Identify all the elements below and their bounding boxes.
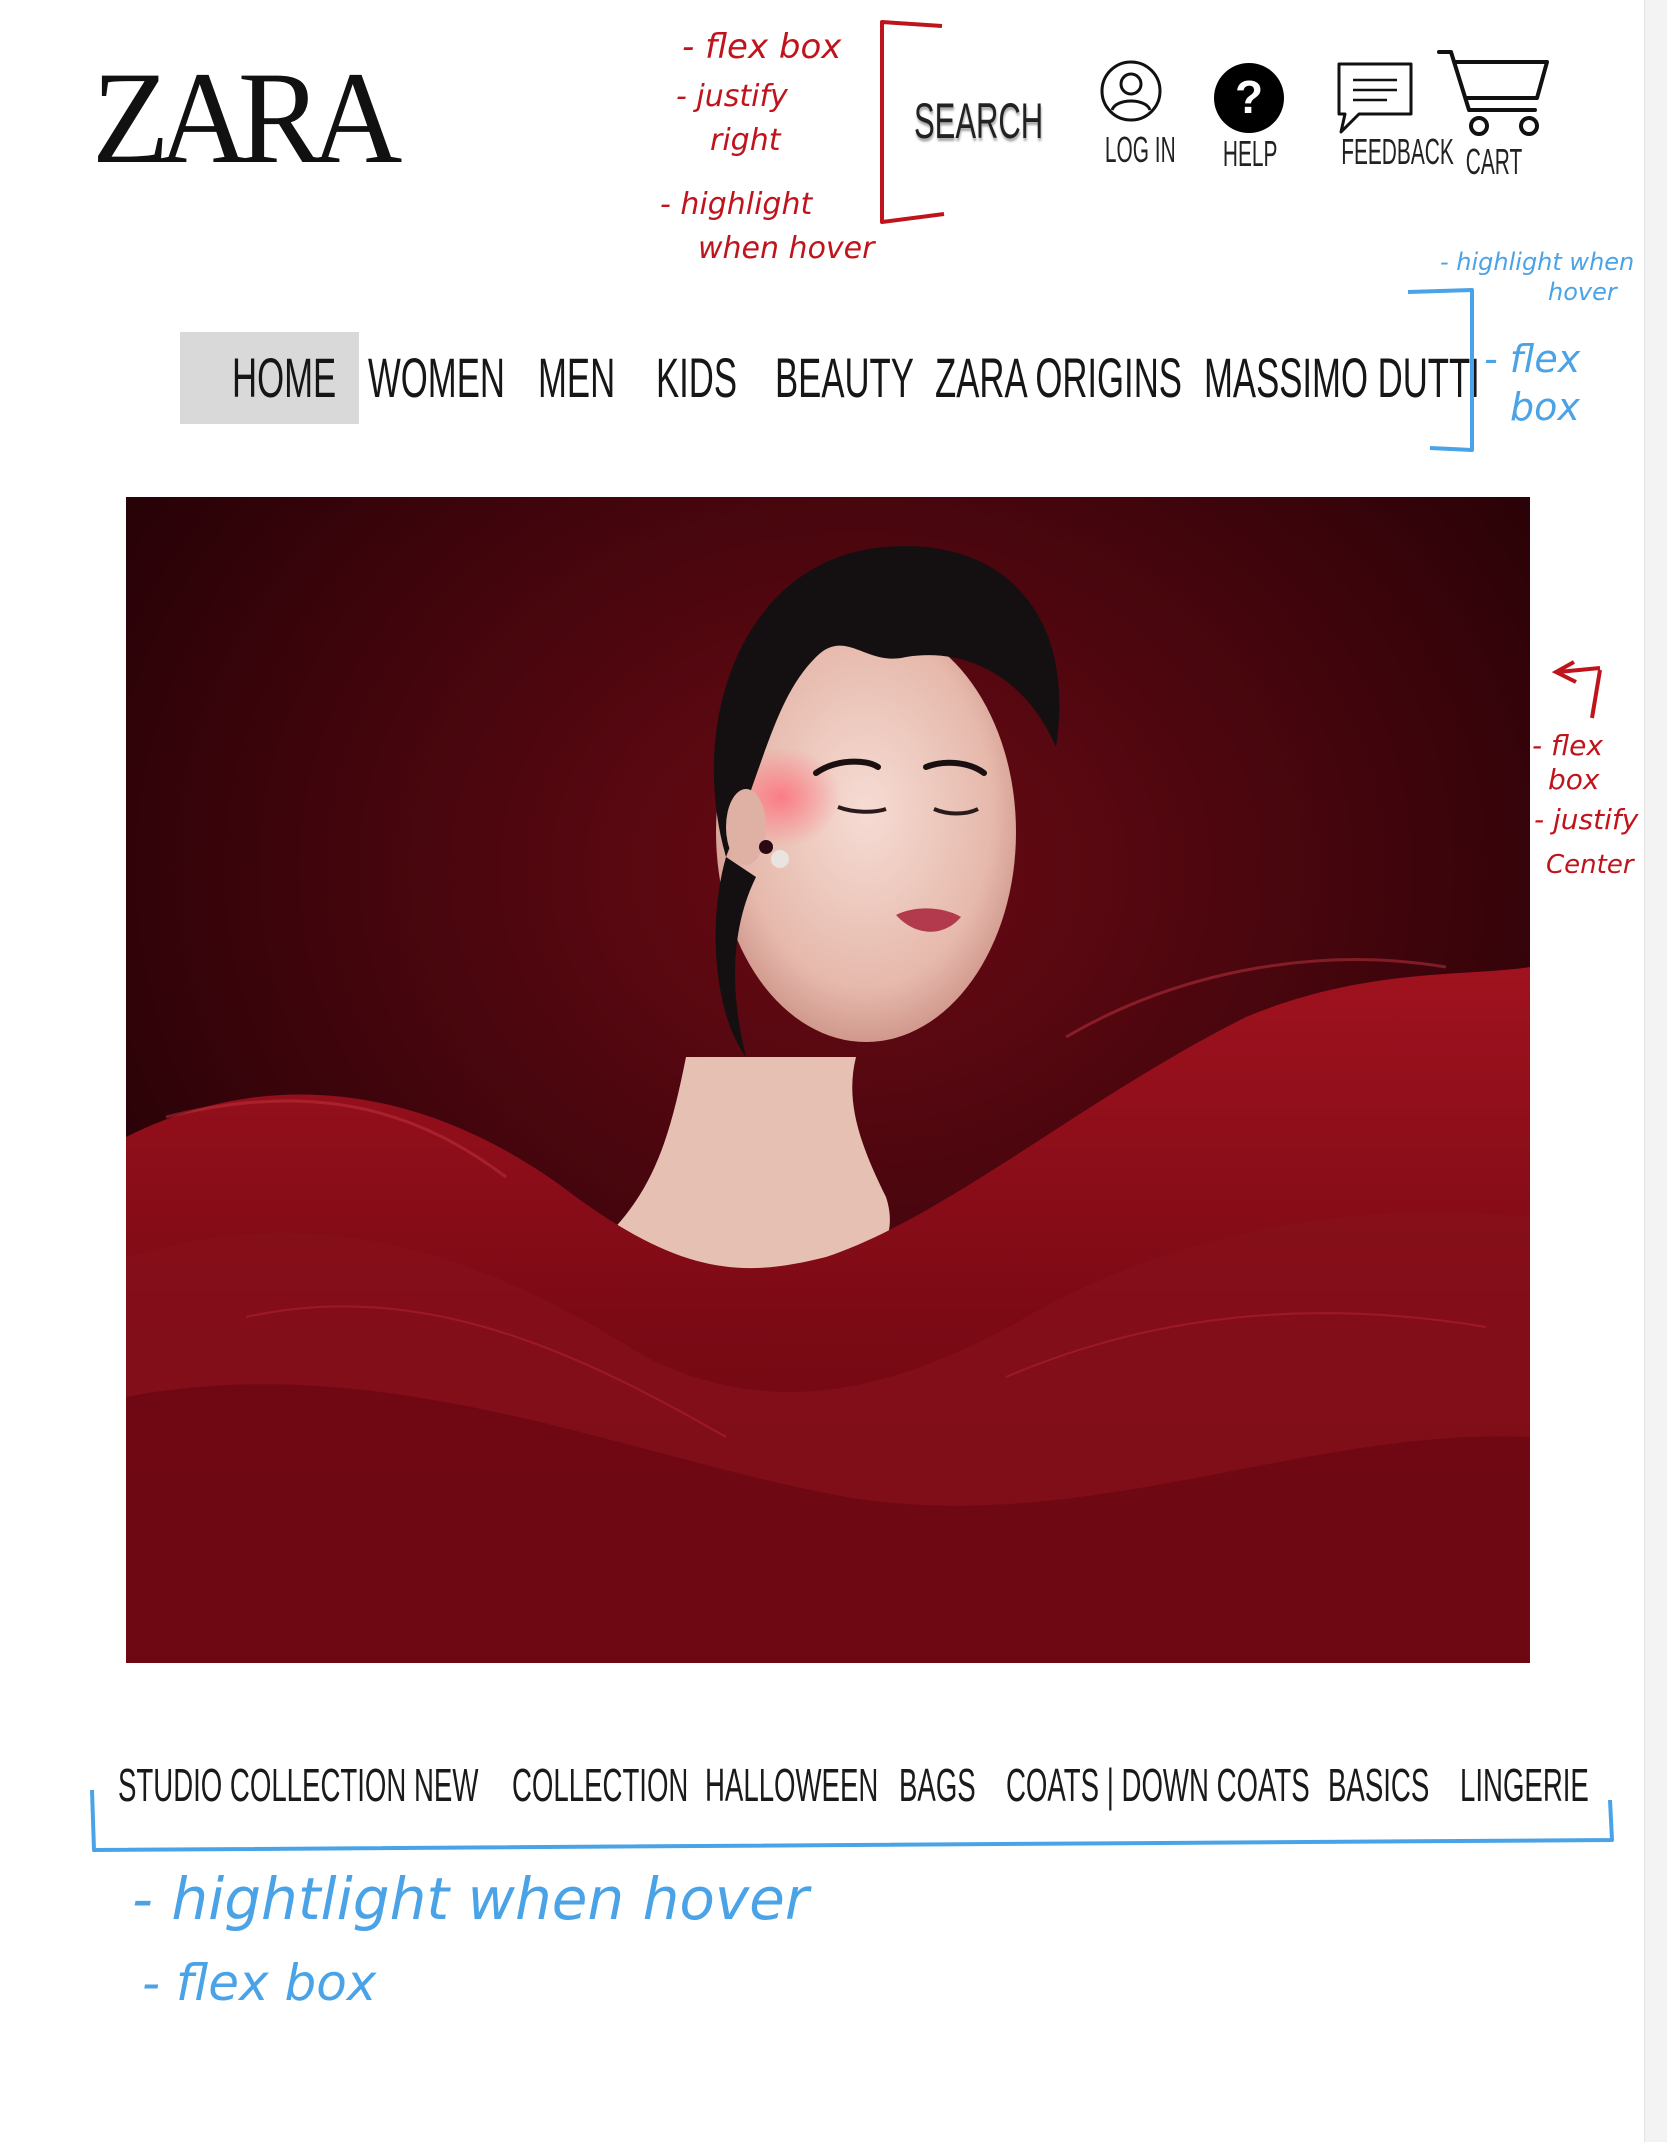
nav-item-massimo-dutti[interactable]: MASSIMO DUTTI — [1204, 350, 1480, 406]
cart-label: CART — [1465, 141, 1523, 182]
feedback-button[interactable]: FEEDBACK — [1316, 60, 1454, 172]
help-button[interactable]: ? HELP — [1204, 62, 1294, 172]
nav-item-beauty[interactable]: BEAUTY — [775, 350, 914, 406]
category-navigation: STUDIO COLLECTION NEW COLLECTION HALLOWE… — [118, 1762, 1618, 1822]
main-navigation: HOME WOMEN MEN KIDS BEAUTY ZARA ORIGINS … — [180, 332, 1480, 424]
cart-button[interactable]: CART — [1434, 48, 1554, 180]
annotation-highlight: - highlight — [660, 187, 813, 222]
category-collection[interactable]: COLLECTION — [512, 1762, 688, 1808]
user-icon — [1100, 60, 1162, 122]
hero-portrait — [126, 497, 1530, 1663]
annotation-bottom-highlight: - hightlight when hover — [132, 1865, 809, 1933]
cart-icon — [1437, 50, 1549, 136]
annotation-hero-justify: - justify — [1534, 803, 1639, 836]
annotation-bottom-flex-box: - flex box — [142, 1954, 377, 2012]
nav-item-zara-origins[interactable]: ZARA ORIGINS — [935, 350, 1182, 406]
annotation-nav-highlight: - highlight when — [1440, 248, 1635, 276]
svg-text:?: ? — [1235, 71, 1263, 123]
annotation-hero-center: Center — [1546, 850, 1634, 880]
category-new[interactable]: NEW — [414, 1762, 478, 1808]
login-label: LOG IN — [1104, 129, 1176, 170]
annotation-when-hover: when hover — [698, 231, 875, 266]
annotation-hero-flex: - flex — [1532, 729, 1603, 762]
feedback-icon — [1337, 62, 1413, 134]
zara-logo[interactable]: ZARA — [92, 52, 402, 184]
nav-item-women[interactable]: WOMEN — [368, 350, 505, 406]
annotation-right: right — [710, 123, 781, 158]
login-button[interactable]: LOG IN — [1086, 58, 1176, 168]
feedback-label: FEEDBACK — [1341, 131, 1454, 172]
hero-image[interactable] — [126, 497, 1530, 1663]
help-label: HELP — [1222, 133, 1278, 174]
nav-item-home[interactable]: HOME — [232, 350, 336, 406]
search-button[interactable]: SEARCH — [914, 96, 1043, 146]
annotation-justify: - justify — [676, 79, 788, 114]
annotation-nav-flex: - flex — [1484, 337, 1581, 381]
annotation-nav-box: box — [1510, 385, 1580, 429]
page-edge — [1644, 0, 1667, 2142]
category-studio-collection[interactable]: STUDIO COLLECTION — [118, 1762, 406, 1808]
help-icon: ? — [1214, 63, 1284, 133]
category-halloween[interactable]: HALLOWEEN — [705, 1762, 878, 1808]
category-basics[interactable]: BASICS — [1328, 1762, 1429, 1808]
nav-item-kids[interactable]: KIDS — [656, 350, 737, 406]
annotation-nav-hover: hover — [1548, 278, 1617, 306]
annotation-flex-box: - flex box — [682, 27, 842, 67]
nav-item-men[interactable]: MEN — [538, 350, 615, 406]
category-coats-down-coats[interactable]: COATS | DOWN COATS — [1006, 1762, 1310, 1808]
annotation-hero-box: box — [1548, 763, 1600, 796]
category-lingerie[interactable]: LINGERIE — [1460, 1762, 1589, 1808]
category-bags[interactable]: BAGS — [899, 1762, 976, 1808]
